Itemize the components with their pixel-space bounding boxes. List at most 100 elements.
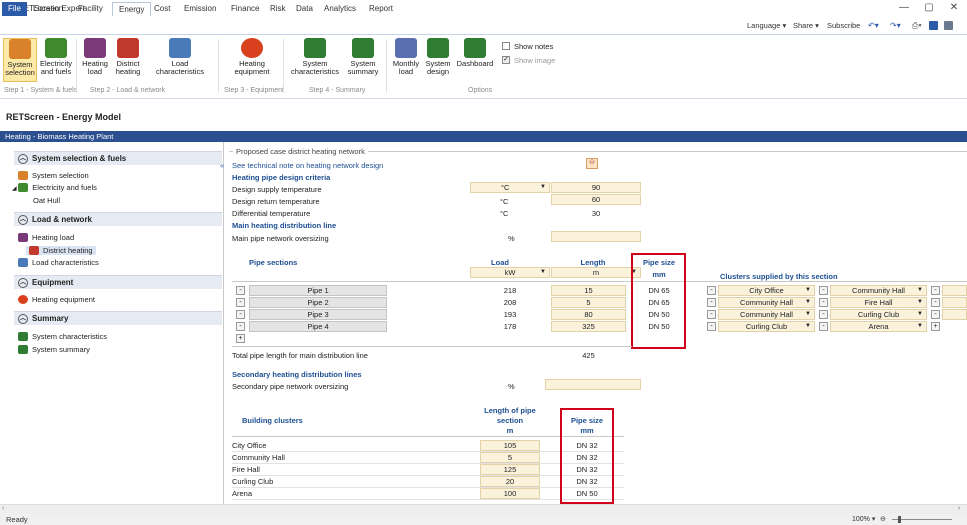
subscribe-menu[interactable]: Subscribe [827,21,860,30]
tab-report[interactable]: Report [363,2,399,16]
cluster-length-input[interactable]: 5 [480,452,540,463]
add-pipe-button[interactable]: + [236,334,245,343]
tab-energy[interactable]: Energy [112,2,152,16]
cluster-select[interactable]: Community Hall ▼ [718,297,815,308]
cluster-select[interactable]: Curling Club ▼ [718,321,815,332]
pipe-length-input[interactable]: 325 [551,321,626,332]
folder-icon[interactable] [944,21,953,30]
nav-item-heating-equipment[interactable]: Heating equipment [18,295,95,304]
nav-section-equipment[interactable]: ︿ Equipment [14,275,222,289]
zoom-slider-thumb[interactable] [898,516,901,523]
system-design-button[interactable]: System design [424,38,452,82]
nav-section-load-network[interactable]: ︿ Load & network [14,212,222,226]
cluster-select[interactable]: Arena ▼ [830,321,927,332]
remove-cluster-button[interactable]: - [819,286,828,295]
supply-temp-input[interactable]: 90 [551,182,641,193]
add-cluster-button[interactable]: + [931,322,940,331]
tab-cost[interactable]: Cost [148,2,176,16]
cluster-select[interactable] [942,297,967,308]
oversizing-input[interactable] [551,231,641,242]
pipe-name[interactable]: Pipe 1 [249,285,387,296]
nav-section-summary[interactable]: ︿ Summary [14,311,222,325]
pipe-length-input[interactable]: 5 [551,297,626,308]
nav-item-electricity-fuels[interactable]: ◢ Electricity and fuels [12,183,97,192]
district-heating-button[interactable]: District heating [111,38,145,82]
cluster-select[interactable] [942,309,967,320]
maximize-icon[interactable]: ▢ [921,2,937,13]
electricity-fuels-button[interactable]: Electricity and fuels [39,38,73,82]
length-unit-select[interactable]: m ▼ [551,267,641,278]
tab-emission[interactable]: Emission [178,2,222,16]
nav-item-system-characteristics[interactable]: System characteristics [18,332,107,341]
tab-risk[interactable]: Risk [264,2,292,16]
share-menu[interactable]: Share ▾ [793,21,819,30]
pipe-name[interactable]: Pipe 2 [249,297,387,308]
nav-item-system-selection[interactable]: System selection [18,171,89,180]
save-icon[interactable] [929,21,938,30]
remove-cluster-button[interactable]: - [707,286,716,295]
minimize-icon[interactable]: — [896,2,912,13]
scroll-left-icon[interactable]: ‹ [2,505,4,512]
heating-equipment-button[interactable]: Heating equipment [226,38,278,82]
pipe-length-input[interactable]: 80 [551,309,626,320]
remove-pipe-button[interactable]: - [236,298,245,307]
secondary-oversizing-input[interactable] [545,379,641,390]
remove-cluster-button[interactable]: - [707,322,716,331]
cluster-length-input[interactable]: 100 [480,488,540,499]
pdf-icon[interactable]: ⛁ [586,158,598,169]
zoom-out-icon[interactable]: ⊖ [880,515,886,523]
cluster-length-input[interactable]: 105 [480,440,540,451]
print-icon[interactable]: ⎙▾ [912,21,922,31]
remove-cluster-button[interactable]: - [819,322,828,331]
undo-icon[interactable]: ↶▾ [868,21,879,30]
system-selection-button[interactable]: System selection [3,38,37,82]
remove-cluster-button[interactable]: - [931,298,940,307]
remove-pipe-button[interactable]: - [236,310,245,319]
pipe-name[interactable]: Pipe 3 [249,309,387,320]
horizontal-scrollbar[interactable] [0,504,967,514]
tab-analytics[interactable]: Analytics [318,2,362,16]
load-unit-select[interactable]: kW ▼ [470,267,550,278]
cluster-select[interactable]: Community Hall ▼ [718,309,815,320]
cluster-select[interactable]: City Office ▼ [718,285,815,296]
tab-data[interactable]: Data [290,2,319,16]
remove-pipe-button[interactable]: - [236,286,245,295]
system-summary-button[interactable]: System summary [345,38,381,82]
remove-pipe-button[interactable]: - [236,322,245,331]
nav-item-system-summary[interactable]: System summary [18,345,90,354]
load-characteristics-button[interactable]: Load characteristics [147,38,213,82]
remove-cluster-button[interactable]: - [931,286,940,295]
nav-section-system-selection[interactable]: ︿ System selection & fuels [14,151,222,165]
cluster-select[interactable]: Community Hall ▼ [830,285,927,296]
zoom-slider[interactable] [892,519,952,520]
cluster-select[interactable]: Curling Club ▼ [830,309,927,320]
pipe-name[interactable]: Pipe 4 [249,321,387,332]
technical-note-link[interactable]: See technical note on heating network de… [232,161,383,170]
tab-file[interactable]: File [2,2,27,16]
heating-load-button[interactable]: Heating load [80,38,110,82]
remove-cluster-button[interactable]: - [819,298,828,307]
pipe-length-input[interactable]: 15 [551,285,626,296]
scroll-right-icon[interactable]: › [958,505,960,512]
show-image-checkbox[interactable]: ✓ [502,56,510,64]
tab-finance[interactable]: Finance [225,2,265,16]
show-notes-checkbox[interactable] [502,42,510,50]
cluster-length-input[interactable]: 20 [480,476,540,487]
nav-item-oat-hull[interactable]: Oat Hull [33,196,60,205]
remove-cluster-button[interactable]: - [707,310,716,319]
close-icon[interactable]: ✕ [946,2,962,13]
cluster-length-input[interactable]: 125 [480,464,540,475]
monthly-load-button[interactable]: Monthly load [390,38,422,82]
supply-temp-unit-select[interactable]: °C ▼ [470,182,550,193]
nav-item-heating-load[interactable]: Heating load [18,233,74,242]
zoom-select[interactable]: 100% ▾ [852,515,875,523]
language-menu[interactable]: Language ▾ [747,21,786,30]
nav-item-load-characteristics[interactable]: Load characteristics [18,258,99,267]
cluster-select[interactable]: Fire Hall ▼ [830,297,927,308]
tab-facility[interactable]: Facility [72,2,109,16]
collapse-panel-icon[interactable]: « [220,163,224,170]
remove-cluster-button[interactable]: - [931,310,940,319]
return-temp-input[interactable]: 60 [551,194,641,205]
system-characteristics-button[interactable]: System characteristics [287,38,343,82]
nav-item-district-heating[interactable]: District heating [26,246,96,255]
